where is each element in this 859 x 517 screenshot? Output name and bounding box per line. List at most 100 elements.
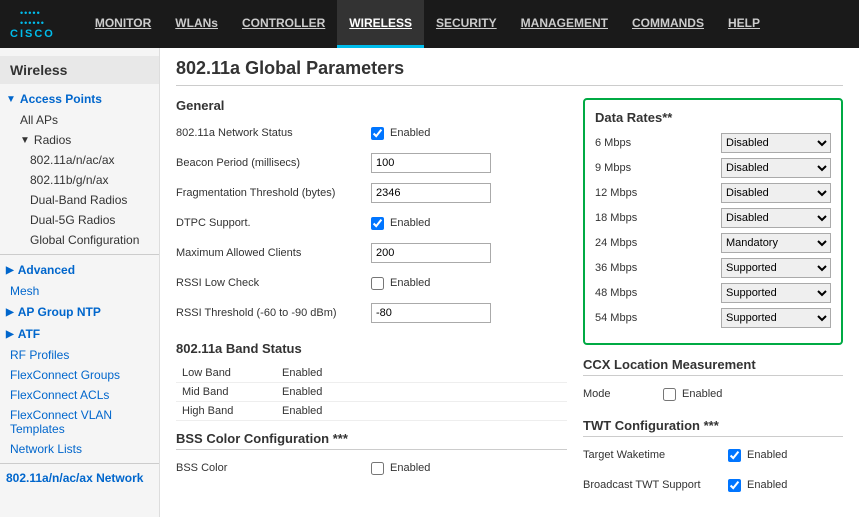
rate-select-36mbps[interactable]: DisabledMandatorySupported <box>721 258 831 278</box>
value-rssi-threshold <box>371 303 491 323</box>
sidebar-item-rf-profiles[interactable]: RF Profiles <box>0 345 159 365</box>
form-row-network-status: 802.11a Network Status Enabled <box>176 121 567 145</box>
sidebar-item-advanced[interactable]: ▶ Advanced <box>0 259 159 281</box>
page-title: 802.11a Global Parameters <box>176 58 843 86</box>
checkbox-broadcast-twt[interactable] <box>728 479 741 492</box>
data-rates-title: Data Rates** <box>595 110 831 125</box>
bss-color-section: BSS Color Configuration *** BSS Color En… <box>176 431 567 480</box>
rate-select-54mbps[interactable]: DisabledMandatorySupported <box>721 308 831 328</box>
rate-select-48mbps[interactable]: DisabledMandatorySupported <box>721 283 831 303</box>
form-row-frag: Fragmentation Threshold (bytes) <box>176 181 567 205</box>
sidebar-item-radios[interactable]: ▼ Radios <box>0 130 159 150</box>
rate-select-9mbps[interactable]: DisabledMandatorySupported <box>721 158 831 178</box>
nav-help[interactable]: HELP <box>716 0 772 48</box>
content-area: 802.11a Global Parameters General 802.11… <box>160 48 859 517</box>
sidebar-item-access-points[interactable]: ▼ Access Points <box>0 88 159 110</box>
rate-row-54mbps: 54 Mbps DisabledMandatorySupported <box>595 308 831 328</box>
band-label-high: High Band <box>176 402 276 421</box>
band-label-mid: Mid Band <box>176 383 276 402</box>
band-status-header: 802.11a Band Status <box>176 341 567 356</box>
text-broadcast-twt: Enabled <box>747 479 787 491</box>
rate-select-6mbps[interactable]: DisabledMandatorySupported <box>721 133 831 153</box>
checkbox-ccx-mode[interactable] <box>663 388 676 401</box>
left-column: General 802.11a Network Status Enabled B… <box>176 98 567 503</box>
checkbox-network-status[interactable] <box>371 127 384 140</box>
input-beacon[interactable] <box>371 153 491 173</box>
logo: ••••••••••• CISCO <box>10 8 63 40</box>
sidebar-item-atf[interactable]: ▶ ATF <box>0 323 159 345</box>
right-column: Data Rates** 6 Mbps DisabledMandatorySup… <box>583 98 843 503</box>
input-rssi-threshold[interactable] <box>371 303 491 323</box>
value-dtpc: Enabled <box>371 217 430 230</box>
label-rssi-low: RSSI Low Check <box>176 277 371 289</box>
logo-text: CISCO <box>10 28 55 40</box>
checkbox-dtpc[interactable] <box>371 217 384 230</box>
input-max-clients[interactable] <box>371 243 491 263</box>
bss-section-header: BSS Color Configuration *** <box>176 431 567 450</box>
nav-menu: MONITOR WLANs CONTROLLER WIRELESS SECURI… <box>83 0 772 48</box>
ap-ntp-arrow-icon: ▶ <box>6 307 14 318</box>
sidebar-item-mesh[interactable]: Mesh <box>0 281 159 301</box>
sidebar-item-all-aps[interactable]: All APs <box>0 110 159 130</box>
arrow-icon: ▼ <box>6 94 16 105</box>
form-row-dtpc: DTPC Support. Enabled <box>176 211 567 235</box>
nav-wlans[interactable]: WLANs <box>163 0 230 48</box>
logo-dots: ••••••••••• <box>20 8 45 28</box>
rate-label-24mbps: 24 Mbps <box>595 237 665 249</box>
value-bss-color: Enabled <box>371 462 430 475</box>
text-network-status: Enabled <box>390 127 430 139</box>
sidebar-label-access-points: Access Points <box>20 92 102 106</box>
checkbox-rssi-low[interactable] <box>371 277 384 290</box>
twt-title: TWT Configuration *** <box>583 418 843 437</box>
rate-row-9mbps: 9 Mbps DisabledMandatorySupported <box>595 158 831 178</box>
label-ccx-mode: Mode <box>583 388 663 400</box>
rate-row-24mbps: 24 Mbps DisabledMandatorySupported <box>595 233 831 253</box>
nav-management[interactable]: MANAGEMENT <box>509 0 620 48</box>
rate-row-36mbps: 36 Mbps DisabledMandatorySupported <box>595 258 831 278</box>
value-rssi-low: Enabled <box>371 277 430 290</box>
table-row: High Band Enabled <box>176 402 567 421</box>
text-target-waketime: Enabled <box>747 449 787 461</box>
atf-arrow-icon: ▶ <box>6 329 14 340</box>
sidebar-item-80211a[interactable]: 802.11a/n/ac/ax <box>0 150 159 170</box>
label-rssi-threshold: RSSI Threshold (-60 to -90 dBm) <box>176 307 371 319</box>
nav-commands[interactable]: COMMANDS <box>620 0 716 48</box>
rate-row-12mbps: 12 Mbps DisabledMandatorySupported <box>595 183 831 203</box>
sidebar-item-network-lists[interactable]: Network Lists <box>0 439 159 459</box>
sidebar-item-flexconnect-vlan[interactable]: FlexConnect VLAN Templates <box>0 405 159 439</box>
form-row-max-clients: Maximum Allowed Clients <box>176 241 567 265</box>
sidebar-item-dual-5g[interactable]: Dual-5G Radios <box>0 210 159 230</box>
sidebar-label-atf: ATF <box>18 327 40 341</box>
sidebar-label-radios: Radios <box>34 133 71 147</box>
sidebar-item-global-config[interactable]: Global Configuration <box>0 230 159 250</box>
ccx-title: CCX Location Measurement <box>583 357 843 376</box>
sidebar-item-80211a-network[interactable]: 802.11a/n/ac/ax Network <box>0 468 159 488</box>
sidebar-label-advanced: Advanced <box>18 263 75 277</box>
value-network-status: Enabled <box>371 127 430 140</box>
nav-wireless[interactable]: WIRELESS <box>337 0 424 48</box>
rate-select-24mbps[interactable]: DisabledMandatorySupported <box>721 233 831 253</box>
form-row-beacon: Beacon Period (millisecs) <box>176 151 567 175</box>
nav-controller[interactable]: CONTROLLER <box>230 0 337 48</box>
label-dtpc: DTPC Support. <box>176 217 371 229</box>
band-value-mid: Enabled <box>276 383 567 402</box>
input-frag[interactable] <box>371 183 491 203</box>
sidebar-item-flexconnect-groups[interactable]: FlexConnect Groups <box>0 365 159 385</box>
sidebar-item-80211b[interactable]: 802.11b/g/n/ax <box>0 170 159 190</box>
rate-label-48mbps: 48 Mbps <box>595 287 665 299</box>
rate-label-6mbps: 6 Mbps <box>595 137 665 149</box>
rate-select-18mbps[interactable]: DisabledMandatorySupported <box>721 208 831 228</box>
nav-monitor[interactable]: MONITOR <box>83 0 163 48</box>
checkbox-bss-color[interactable] <box>371 462 384 475</box>
band-label-low: Low Band <box>176 364 276 383</box>
sidebar-item-ap-group-ntp[interactable]: ▶ AP Group NTP <box>0 301 159 323</box>
text-rssi-low: Enabled <box>390 277 430 289</box>
checkbox-target-waketime[interactable] <box>728 449 741 462</box>
sidebar-item-dual-band[interactable]: Dual-Band Radios <box>0 190 159 210</box>
sidebar-item-flexconnect-acls[interactable]: FlexConnect ACLs <box>0 385 159 405</box>
rate-label-36mbps: 36 Mbps <box>595 262 665 274</box>
label-network-status: 802.11a Network Status <box>176 127 371 139</box>
nav-security[interactable]: SECURITY <box>424 0 509 48</box>
two-column-layout: General 802.11a Network Status Enabled B… <box>176 98 843 503</box>
rate-select-12mbps[interactable]: DisabledMandatorySupported <box>721 183 831 203</box>
